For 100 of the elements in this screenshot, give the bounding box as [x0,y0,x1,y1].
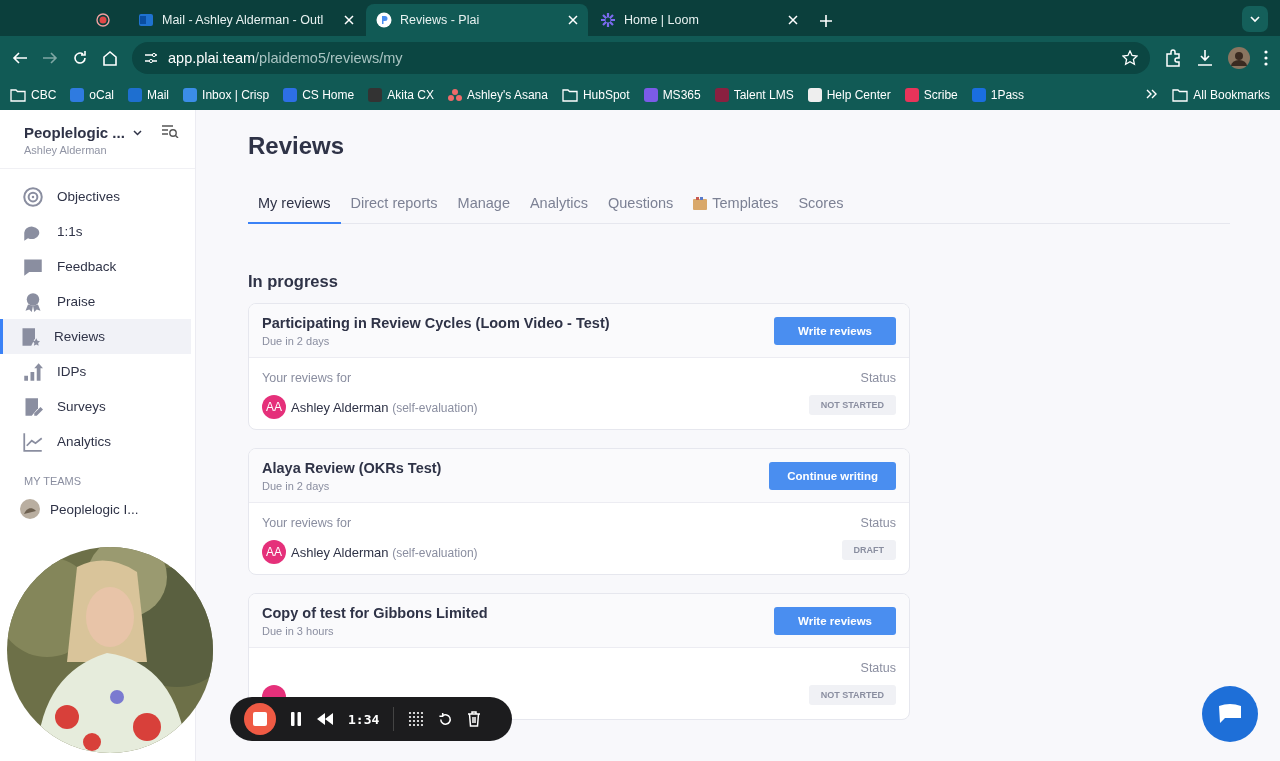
due-date: Due in 2 days [262,480,331,492]
avatar: AA [262,540,286,564]
new-tab-icon[interactable] [820,15,832,27]
nav-item[interactable]: Feedback [0,249,191,284]
bookmark[interactable]: 1Pass [971,88,1025,102]
bookmark[interactable]: Akita CX [368,88,434,102]
document-star-icon [20,326,40,347]
dots-icon [447,88,462,102]
site-icon [807,88,822,102]
nav-item[interactable]: Praise [0,284,191,319]
site-icon [714,88,729,102]
reviewee-name: Ashley Alderman (self-evaluation) [291,544,478,560]
site-icon [183,88,198,102]
nav-item[interactable]: IDPs [0,354,191,389]
browser-tab[interactable]: Reviews - Plai [366,4,588,36]
nav-item[interactable]: Surveys [0,389,191,424]
page-title: Reviews [248,132,346,160]
browser-tab[interactable]: Home | Loom [590,4,808,36]
bookmark[interactable]: MS365 [643,88,701,102]
avatar: AA [262,395,286,419]
bookmark[interactable]: Ashley's Asana [447,88,548,102]
box-icon [693,196,708,210]
profile-avatar[interactable] [1228,47,1250,69]
tab[interactable]: My reviews [248,186,341,224]
site-icon [368,88,383,102]
tab[interactable]: Questions [598,186,684,224]
tab[interactable]: Manage [447,186,520,224]
site-icon [128,88,143,102]
chevron-down-icon[interactable] [132,129,142,136]
site-icon [971,88,986,102]
org-switcher[interactable]: Peoplelogic ... [24,124,142,141]
nav-item[interactable]: Reviews [0,319,191,354]
section-label: MY TEAMS [23,474,83,489]
bookmark[interactable]: CBC [10,88,57,102]
bookmark[interactable]: Scribe [904,88,958,102]
review-title: Alaya Review (OKRs Test) [262,460,442,476]
folder-icon [1172,88,1189,102]
tab[interactable]: Scores [788,186,854,224]
close-icon[interactable] [568,15,578,25]
chat-icon [1217,702,1243,726]
chat-button[interactable] [1202,686,1258,742]
recording-time: 1:34 [348,711,380,727]
star-icon[interactable] [1122,50,1138,66]
more-icon[interactable] [1264,50,1268,66]
site-settings-icon[interactable] [144,51,158,65]
search-menu-icon[interactable] [161,124,179,138]
tab[interactable]: Analytics [519,186,598,224]
section-heading: In progress [248,272,339,291]
bookmark[interactable]: All Bookmarks [1172,88,1270,102]
column-label: Your reviews for [262,371,352,385]
folder-icon [561,88,578,102]
tab-menu-icon[interactable] [1242,6,1268,32]
dot-grid-icon[interactable] [408,711,425,727]
forward-icon[interactable] [42,50,58,66]
bar-chart-icon [23,361,43,382]
reload-icon[interactable] [72,50,88,66]
folder-icon [10,88,26,102]
rewind-icon[interactable] [316,713,334,725]
app-logo-icon [376,12,392,28]
trash-icon[interactable] [467,711,482,727]
bookmark[interactable]: Talent LMS [714,88,794,102]
column-label: Status [860,371,896,385]
due-date: Due in 3 hours [262,625,335,637]
column-label: Status [860,516,896,530]
stop-button[interactable] [244,703,276,735]
column-label: Your reviews for [262,516,352,530]
line-chart-icon [23,431,43,452]
bookmark[interactable]: CS Home [283,88,355,102]
back-icon[interactable] [12,50,28,66]
nav-item[interactable]: Analytics [0,424,191,459]
site-icon [283,88,298,102]
stop-icon [253,712,267,726]
download-icon[interactable] [1196,49,1214,67]
extensions-icon[interactable] [1164,49,1182,67]
close-icon[interactable] [344,15,354,25]
due-date: Due in 2 days [262,335,331,347]
bookmark[interactable]: HubSpot [561,88,630,102]
starburst-icon [600,12,616,28]
document-pen-icon [23,396,43,417]
target-icon [23,186,43,207]
restart-icon[interactable] [438,711,454,727]
review-title: Copy of test for Gibbons Limited [262,605,488,621]
team-avatar [20,499,40,519]
bookmark[interactable]: Help Center [807,88,891,102]
status-badge: NOT STARTED [808,685,896,705]
nav-item[interactable]: Objectives [0,179,191,214]
close-icon[interactable] [788,15,798,25]
bookmark[interactable]: oCal [70,88,115,102]
browser-tab[interactable]: Mail - Ashley Alderman - Outl [128,4,364,36]
tab[interactable]: Templates [683,186,789,224]
bookmark[interactable]: Inbox | Crisp [183,88,270,102]
team-item[interactable]: Peoplelogic I... [0,493,195,525]
address-bar[interactable]: app.plai.team/plaidemo5/reviews/my [132,42,1150,74]
mail-icon [138,12,154,28]
bookmark[interactable]: Mail [128,88,170,102]
tab[interactable]: Direct reports [340,186,448,224]
nav-item[interactable]: 1:1s [0,214,191,249]
award-icon [23,291,43,312]
home-icon[interactable] [102,50,118,66]
pause-icon[interactable] [290,712,302,726]
